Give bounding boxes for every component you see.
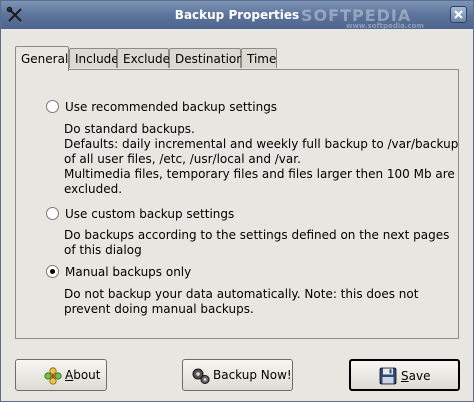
- tab-time[interactable]: Time: [241, 48, 277, 68]
- backup-properties-window: SOFTPEDIA www.softpedia.com Backup Prope…: [0, 0, 474, 402]
- general-tab-panel: Use recommended backup settings Do stand…: [15, 69, 459, 339]
- tab-general[interactable]: General: [15, 46, 69, 71]
- tab-destination[interactable]: Destination: [169, 48, 244, 68]
- radio-manual[interactable]: [46, 265, 59, 278]
- flower-icon: [44, 366, 62, 385]
- gears-icon: [192, 366, 210, 384]
- save-button[interactable]: Save: [349, 359, 460, 391]
- option-custom-label[interactable]: Use custom backup settings: [65, 205, 234, 223]
- close-icon: [454, 10, 463, 19]
- option-recommended-label[interactable]: Use recommended backup settings: [65, 98, 277, 116]
- title-bar[interactable]: SOFTPEDIA www.softpedia.com Backup Prope…: [1, 1, 473, 30]
- tab-exclude[interactable]: Exclude: [117, 48, 170, 68]
- radio-recommended[interactable]: [46, 100, 59, 113]
- tab-include[interactable]: Include: [69, 48, 119, 68]
- option-manual-label[interactable]: Manual backups only: [65, 263, 191, 281]
- backup-now-button[interactable]: Backup Now!: [182, 359, 293, 391]
- backup-now-label: Backup Now!: [213, 368, 292, 382]
- about-button-label: About: [65, 368, 101, 382]
- option-manual-description: Do not backup your data automatically. N…: [64, 287, 419, 316]
- radio-custom[interactable]: [46, 207, 59, 220]
- save-button-label: Save: [401, 369, 431, 383]
- about-button[interactable]: About: [15, 359, 107, 391]
- close-button[interactable]: [450, 6, 467, 23]
- option-recommended-description: Do standard backups. Defaults: daily inc…: [64, 122, 459, 196]
- watermark-url: www.softpedia.com: [346, 22, 424, 30]
- option-custom-description: Do backups according to the settings def…: [64, 228, 450, 257]
- floppy-disk-icon: [379, 366, 397, 385]
- window-title: Backup Properties: [174, 8, 300, 22]
